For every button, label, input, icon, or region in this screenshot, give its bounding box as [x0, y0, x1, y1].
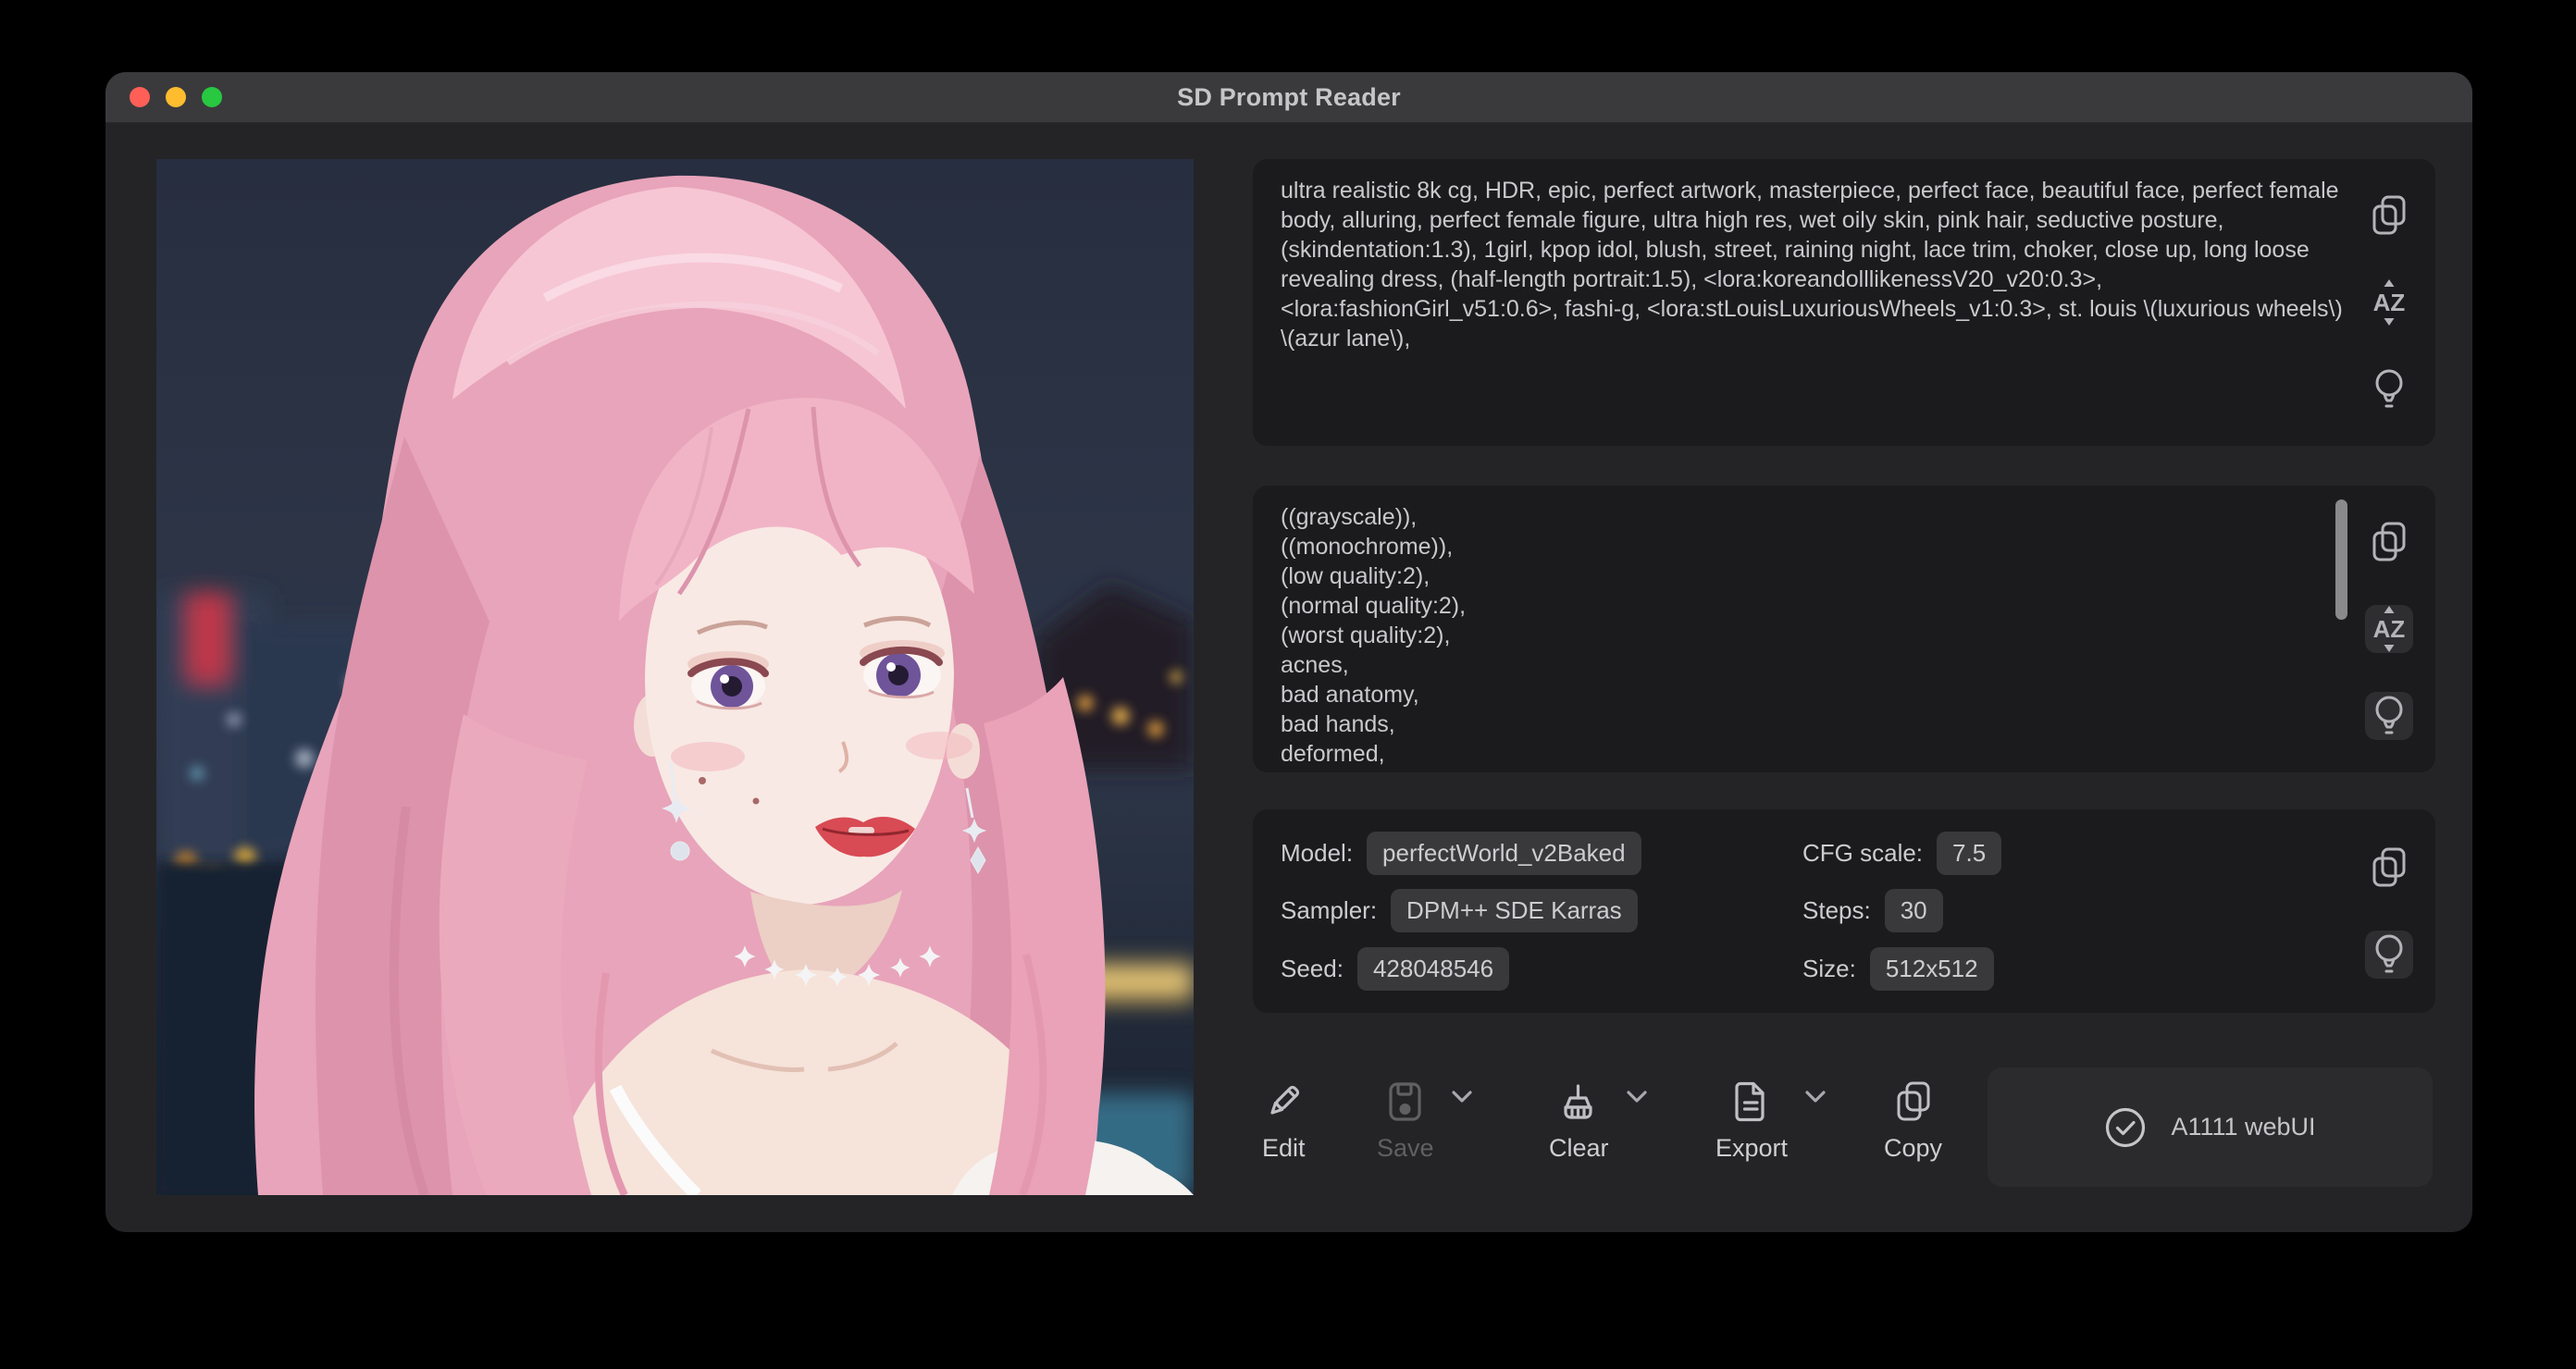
badge-label: A1111 webUI: [2171, 1113, 2315, 1141]
copy-negative-button[interactable]: [2365, 518, 2413, 566]
copy-parameters-button[interactable]: [2365, 844, 2413, 892]
sampler-label: Sampler:: [1281, 896, 1377, 925]
cfg-param: CFG scale: 7.5: [1802, 832, 2297, 875]
check-circle-icon: [2104, 1106, 2147, 1149]
window-title: SD Prompt Reader: [1177, 83, 1401, 112]
lightbulb-icon: [2372, 694, 2406, 738]
seed-label: Seed:: [1281, 955, 1344, 983]
negative-prompt-text[interactable]: ((grayscale)), ((monochrome)), (low qual…: [1281, 502, 2345, 769]
lightbulb-icon: [2372, 932, 2406, 977]
steps-param: Steps: 30: [1802, 889, 2297, 932]
titlebar: SD Prompt Reader: [105, 72, 2472, 123]
document-icon: [1730, 1080, 1773, 1123]
model-label: Model:: [1281, 839, 1353, 868]
copy-icon: [2370, 521, 2409, 563]
app-window: SD Prompt Reader: [105, 72, 2472, 1232]
source-format-badge[interactable]: A1111 webUI: [1988, 1067, 2433, 1187]
close-icon[interactable]: [130, 87, 150, 107]
negative-actions: AZ: [2365, 486, 2413, 772]
clear-button[interactable]: Clear: [1549, 1080, 1648, 1163]
seed-value: 428048546: [1357, 947, 1509, 991]
svg-text:AZ: AZ: [2373, 289, 2406, 316]
copy-label: Copy: [1884, 1134, 1942, 1163]
sampler-param: Sampler: DPM++ SDE Karras: [1281, 889, 1802, 932]
svg-text:AZ: AZ: [2373, 615, 2406, 643]
save-label: Save: [1377, 1134, 1434, 1163]
minimize-icon[interactable]: [166, 87, 186, 107]
raw-parameters-button[interactable]: [2365, 931, 2413, 979]
size-value: 512x512: [1870, 947, 1994, 991]
prompt-actions: AZ: [2365, 159, 2413, 446]
sort-az-icon: AZ: [2367, 278, 2411, 327]
model-param: Model: perfectWorld_v2Baked: [1281, 832, 1802, 875]
sort-az-icon: AZ: [2367, 605, 2411, 653]
prompt-panel: ultra realistic 8k cg, HDR, epic, perfec…: [1253, 159, 2435, 446]
floppy-icon: [1385, 1080, 1426, 1123]
size-label: Size:: [1802, 955, 1856, 983]
lightbulb-icon: [2372, 367, 2406, 412]
prompt-text[interactable]: ultra realistic 8k cg, HDR, epic, perfec…: [1281, 176, 2345, 353]
copy-label: Export: [1715, 1134, 1788, 1163]
copy-prompt-button[interactable]: [2365, 191, 2413, 240]
edit-button[interactable]: Edit: [1262, 1080, 1322, 1163]
parameters-actions: [2365, 809, 2413, 1013]
negative-prompt-panel: ((grayscale)), ((monochrome)), (low qual…: [1253, 486, 2435, 772]
image-preview[interactable]: [156, 159, 1194, 1195]
zoom-icon[interactable]: [202, 87, 222, 107]
copy-icon: [1894, 1080, 1933, 1123]
chevron-down-icon[interactable]: [1804, 1089, 1827, 1104]
scrollbar-thumb[interactable]: [2335, 500, 2347, 620]
portrait-image: [156, 159, 1194, 1195]
edit-label: Edit: [1262, 1134, 1306, 1163]
copy-button[interactable]: Copy: [1884, 1080, 1959, 1163]
copy-icon: [2370, 846, 2409, 889]
cfg-value: 7.5: [1937, 832, 2001, 875]
parameters-panel: Model: perfectWorld_v2Baked CFG scale: 7…: [1253, 809, 2435, 1013]
chevron-down-icon[interactable]: [1626, 1089, 1648, 1104]
toolbar: Edit Save Clear Export Copy A1111 webUI: [1253, 1054, 2435, 1207]
raw-negative-button[interactable]: [2365, 692, 2413, 740]
traffic-lights: [130, 72, 222, 122]
broom-icon: [1556, 1080, 1601, 1123]
size-param: Size: 512x512: [1802, 947, 2297, 991]
sampler-value: DPM++ SDE Karras: [1391, 889, 1638, 932]
sort-negative-button[interactable]: AZ: [2365, 605, 2413, 653]
clear-label: Clear: [1549, 1134, 1609, 1163]
parameters-grid: Model: perfectWorld_v2Baked CFG scale: 7…: [1281, 824, 2297, 998]
pencil-icon: [1262, 1080, 1305, 1123]
seed-param: Seed: 428048546: [1281, 947, 1802, 991]
steps-label: Steps:: [1802, 896, 1871, 925]
model-value: perfectWorld_v2Baked: [1367, 832, 1641, 875]
export-button[interactable]: Export: [1715, 1080, 1827, 1163]
sort-prompt-button[interactable]: AZ: [2365, 278, 2413, 327]
save-button[interactable]: Save: [1377, 1080, 1473, 1163]
cfg-label: CFG scale:: [1802, 839, 1923, 868]
copy-icon: [2370, 194, 2409, 237]
chevron-down-icon[interactable]: [1451, 1089, 1473, 1104]
raw-prompt-button[interactable]: [2365, 365, 2413, 413]
steps-value: 30: [1885, 889, 1943, 932]
